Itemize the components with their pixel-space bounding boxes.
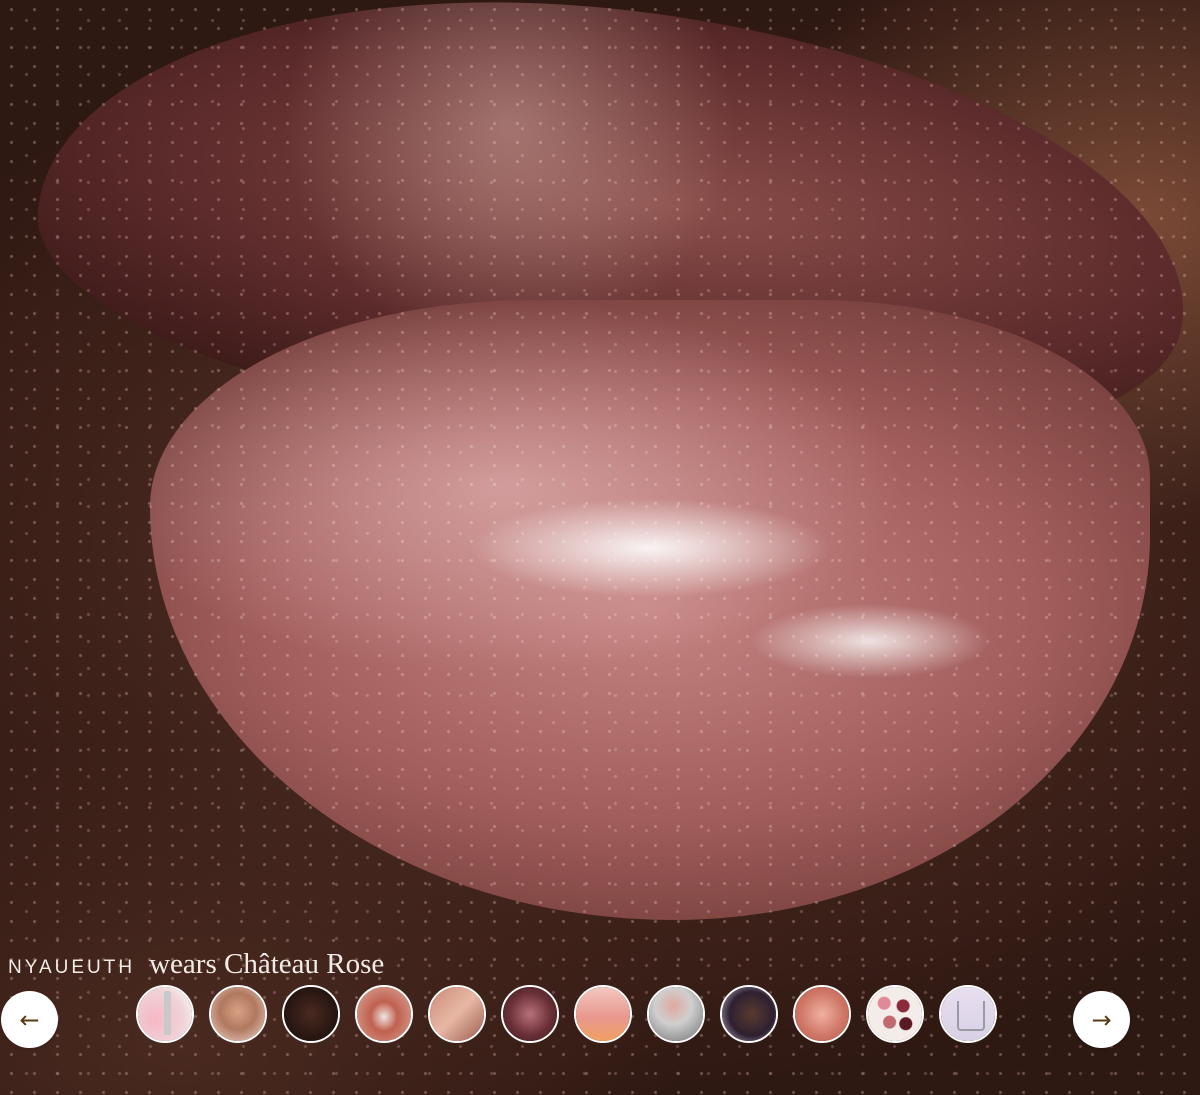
thumbnail-image — [211, 987, 265, 1041]
thumbnail-image — [430, 987, 484, 1041]
thumbnail-image — [722, 987, 776, 1041]
thumbnail-11[interactable] — [866, 985, 924, 1043]
thumbnail-8[interactable] — [647, 985, 705, 1043]
model-caption: NYAUEUTH wears Château Rose — [8, 948, 384, 981]
thumbnail-image — [138, 987, 192, 1041]
thumbnail-9[interactable] — [720, 985, 778, 1043]
thumbnail-4[interactable] — [355, 985, 413, 1043]
thumbnail-image — [357, 987, 411, 1041]
thumbnail-image — [795, 987, 849, 1041]
thumbnail-1[interactable] — [136, 985, 194, 1043]
shade-caption: wears Château Rose — [149, 948, 384, 981]
thumbnail-image — [503, 987, 557, 1041]
thumbnail-image — [649, 987, 703, 1041]
lookbook-slide: NYAUEUTH wears Château Rose ← → — [0, 0, 1200, 1095]
thumbnail-image — [868, 987, 922, 1041]
hero-image — [0, 0, 1200, 1095]
next-button[interactable]: → — [1073, 991, 1130, 1048]
thumbnail-3[interactable] — [282, 985, 340, 1043]
thumbnail-7[interactable] — [574, 985, 632, 1043]
thumbnail-6[interactable] — [501, 985, 559, 1043]
thumbnail-image — [941, 987, 995, 1041]
thumbnail-12[interactable] — [939, 985, 997, 1043]
wears-label: wears — [149, 948, 217, 980]
thumbnail-5[interactable] — [428, 985, 486, 1043]
shade-name: Château Rose — [224, 948, 385, 980]
thumbnail-image — [284, 987, 338, 1041]
model-name: NYAUEUTH — [8, 957, 136, 978]
previous-button[interactable]: ← — [1, 991, 58, 1048]
thumbnail-strip — [136, 985, 997, 1043]
thumbnail-image — [576, 987, 630, 1041]
arrow-right-icon: → — [1091, 1005, 1112, 1034]
hero-lower-lip — [150, 300, 1150, 920]
thumbnail-2[interactable] — [209, 985, 267, 1043]
arrow-left-icon: ← — [19, 1005, 40, 1034]
thumbnail-10[interactable] — [793, 985, 851, 1043]
